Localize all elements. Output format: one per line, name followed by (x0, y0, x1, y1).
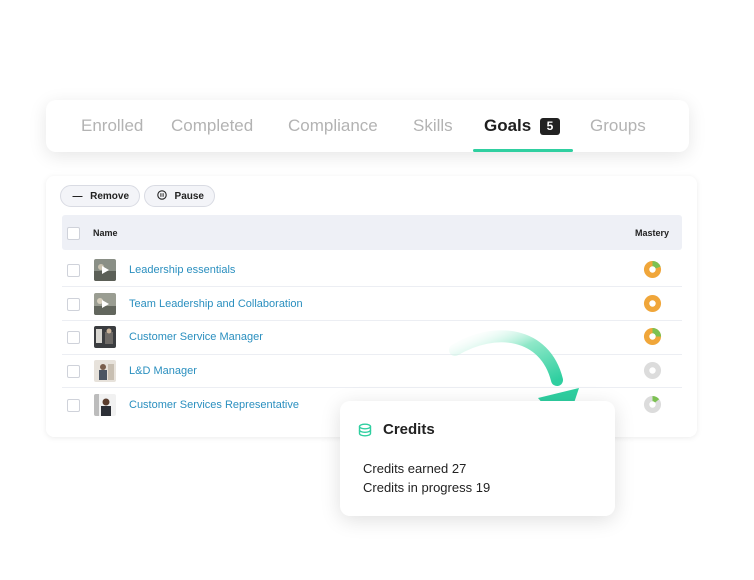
course-thumbnail (94, 293, 116, 315)
tab-goals[interactable]: Goals (484, 116, 531, 136)
row-checkbox[interactable] (67, 399, 80, 412)
credits-in-progress-text: Credits in progress 19 (363, 480, 491, 495)
row-checkbox[interactable] (67, 264, 80, 277)
row-divider (62, 387, 682, 388)
mastery-partial-green-orange-icon (643, 327, 662, 346)
goals-count-badge: 5 (540, 118, 560, 135)
row-checkbox[interactable] (67, 331, 80, 344)
tab-groups[interactable]: Groups (590, 116, 646, 136)
row-divider (62, 286, 682, 287)
credits-title: Credits (383, 421, 435, 438)
credits-panel (340, 401, 615, 516)
row-checkbox[interactable] (67, 365, 80, 378)
mastery-partial-green-orange-icon (643, 260, 662, 279)
pause-button-label: Pause (174, 190, 204, 202)
credits-earned-text: Credits earned 27 (363, 461, 467, 476)
mastery-low-green-icon (643, 395, 662, 414)
remove-button-label: Remove (90, 190, 129, 202)
remove-button[interactable]: — Remove (60, 185, 140, 207)
course-thumbnail (94, 259, 116, 281)
table-header (62, 215, 682, 250)
course-link[interactable]: L&D Manager (129, 365, 197, 377)
pause-circle-icon (155, 189, 169, 203)
tab-compliance[interactable]: Compliance (288, 116, 378, 136)
course-thumbnail (94, 394, 116, 416)
tab-completed[interactable]: Completed (171, 116, 253, 136)
pause-button[interactable]: Pause (144, 185, 215, 207)
select-all-checkbox[interactable] (67, 227, 80, 240)
tab-skills[interactable]: Skills (413, 116, 453, 136)
coins-icon (358, 423, 374, 443)
course-link[interactable]: Team Leadership and Collaboration (129, 298, 303, 310)
tab-enrolled[interactable]: Enrolled (81, 116, 143, 136)
column-header-mastery: Mastery (635, 228, 670, 238)
mastery-empty-icon (643, 361, 662, 380)
row-divider (62, 354, 682, 355)
row-divider (62, 320, 682, 321)
column-header-name: Name (93, 228, 118, 238)
row-checkbox[interactable] (67, 298, 80, 311)
course-thumbnail (94, 326, 116, 348)
course-link[interactable]: Customer Services Representative (129, 399, 299, 411)
active-tab-indicator (473, 149, 573, 152)
course-link[interactable]: Leadership essentials (129, 264, 235, 276)
mastery-orange-icon (643, 294, 662, 313)
course-thumbnail (94, 360, 116, 382)
minus-icon: — (72, 190, 83, 202)
course-link[interactable]: Customer Service Manager (129, 331, 263, 343)
